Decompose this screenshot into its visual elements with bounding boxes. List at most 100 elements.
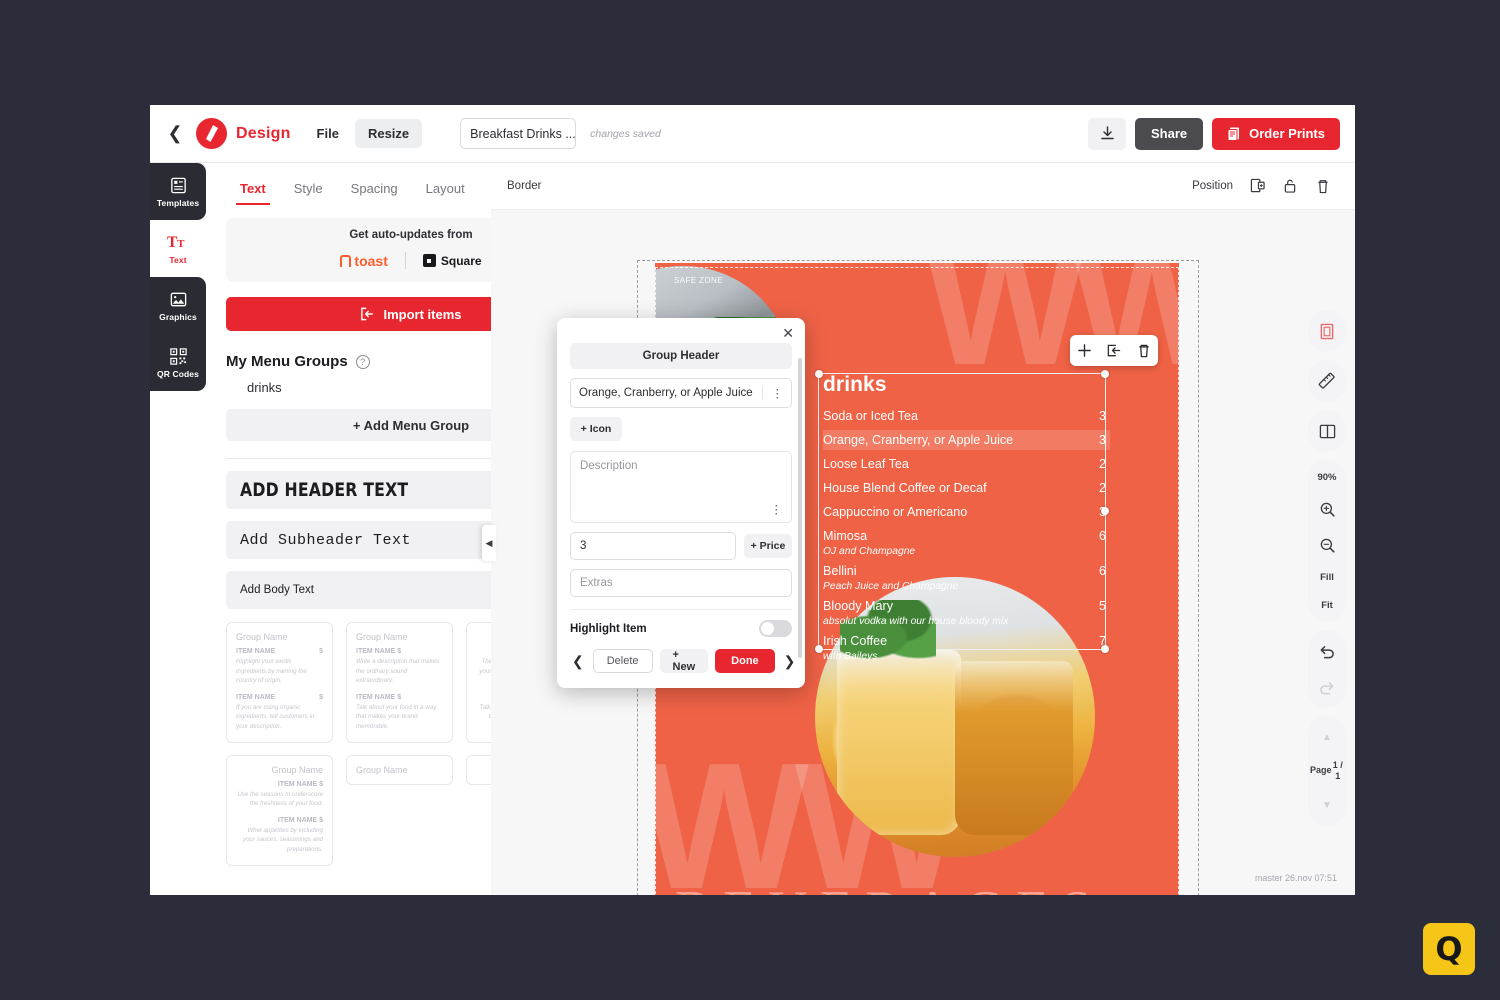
template-card[interactable]: Group Name ITEM NAME $ Use the seasons t… [226,754,333,866]
resize-handle-bl[interactable] [815,645,823,653]
sidebar-item-qrcodes[interactable]: QR Codes [150,334,206,391]
add-object-button[interactable] [1077,343,1092,358]
menu-entry[interactable]: Irish Coffee 7 with Baileys [823,631,1110,662]
card-item-price: $ [319,648,323,655]
right-tool-group-view [1308,310,1346,352]
delete-item-button[interactable]: Delete [592,649,653,673]
group-header-button[interactable]: Group Header [570,343,792,369]
share-button[interactable]: Share [1135,117,1204,150]
back-chevron-icon[interactable]: ❮ [158,117,192,151]
help-question-icon[interactable]: ? [355,354,370,369]
menu-row[interactable]: Cappuccino or Americano 3 [823,502,1110,522]
menu-groups-title: My Menu Groups [226,353,348,370]
add-price-button[interactable]: + Price [744,534,792,558]
template-card[interactable]: Group Name [346,754,453,785]
template-card[interactable]: Group Name ITEM NAME $ Highlight your ex… [226,622,333,743]
square-label: Square [440,253,482,268]
item-name-kebab-icon[interactable]: ⋮ [761,386,783,400]
page-down-button[interactable]: ▼ [1310,788,1344,822]
extras-input[interactable]: Extras [570,569,792,597]
done-button[interactable]: Done [715,649,775,673]
file-menu[interactable]: File [317,126,339,141]
border-icon [1320,323,1334,339]
delete-object-button[interactable] [1137,343,1151,359]
undo-button[interactable] [1310,634,1344,668]
menu-row[interactable]: Bellini 6 [823,561,1110,581]
resize-button[interactable]: Resize [354,119,423,148]
card-group-name: Group Name [356,632,408,642]
zoom-in-button[interactable] [1310,492,1344,526]
menu-entry[interactable]: Mimosa 6 OJ and Champagne [823,526,1110,557]
download-button[interactable] [1088,117,1126,150]
sidebar-label-graphics: Graphics [159,311,197,322]
sidebar-item-graphics[interactable]: Graphics [150,277,206,334]
zoom-out-button[interactable] [1310,528,1344,562]
menu-entry[interactable]: Bellini 6 Peach Juice and Champagne [823,561,1110,592]
add-body-text-label: Add Body Text [240,584,314,596]
position-button[interactable]: Position [1192,180,1233,192]
document-icon [1227,127,1240,141]
brand-logo-group[interactable]: Design [196,118,291,149]
card-group-name: Group Name [236,632,288,642]
add-icon-button[interactable]: + Icon [570,417,622,441]
menu-entry[interactable]: Cappuccino or Americano 3 [823,502,1110,522]
border-tool-button[interactable] [1310,314,1344,348]
resize-handle-tl[interactable] [815,370,823,378]
move-object-button[interactable] [1106,343,1122,358]
page-value: 1 / 1 [1332,759,1343,781]
description-kebab-icon[interactable]: ⋮ [771,502,783,516]
menu-entry[interactable]: House Blend Coffee or Decaf 2 [823,478,1110,498]
collapse-panel-button[interactable]: ◀ [482,525,496,561]
order-prints-button[interactable]: Order Prints [1212,117,1340,150]
square-logo[interactable]: Square [422,253,482,268]
menu-row[interactable]: Soda or Iced Tea 3 [823,406,1110,426]
prev-item-button[interactable]: ❮ [570,653,586,670]
menu-entry[interactable]: Bloody Mary 5 absolut vodka with our hou… [823,596,1110,627]
modal-scrollbar[interactable] [798,358,802,658]
tab-style[interactable]: Style [280,177,337,205]
delete-button[interactable] [1316,178,1332,195]
columns-tool-button[interactable] [1310,414,1344,448]
menu-entry[interactable]: Loose Leaf Tea 2 [823,454,1110,474]
zoom-fill-button[interactable]: Fill [1310,564,1344,590]
menu-item-name: Loose Leaf Tea [823,457,909,471]
sidebar-item-text[interactable]: T T Text [150,220,206,277]
lock-button[interactable] [1283,178,1299,195]
border-button[interactable]: Border [507,180,542,192]
menu-item-name: House Blend Coffee or Decaf [823,481,987,495]
document-title-input[interactable]: Breakfast Drinks ... [460,118,577,149]
card-group-name: Group Name [356,764,408,775]
tab-layout[interactable]: Layout [412,177,479,205]
menu-entry[interactable]: Soda or Iced Tea 3 [823,406,1110,426]
redo-button[interactable] [1310,670,1344,704]
highlight-item-toggle[interactable] [759,620,792,637]
page-up-button[interactable]: ▲ [1310,720,1344,754]
duplicate-button[interactable] [1250,178,1266,195]
menu-row[interactable]: Bloody Mary 5 [823,596,1110,616]
zoom-fit-button[interactable]: Fit [1310,592,1344,618]
menu-row[interactable]: Irish Coffee 7 [823,631,1110,651]
menu-row[interactable]: Mimosa 6 [823,526,1110,546]
toast-logo[interactable]: toast [340,253,388,269]
add-subheader-text-label: Add Subheader Text [240,531,412,549]
next-item-button[interactable]: ❯ [782,653,798,670]
sidebar-item-templates[interactable]: Templates [150,163,206,220]
menu-row-selected[interactable]: Orange, Cranberry, or Apple Juice 3 [823,430,1110,450]
new-item-button[interactable]: + New [659,649,709,673]
description-input[interactable]: Description ⋮ [570,451,792,523]
card-item-name: ITEM NAME $ [277,816,323,824]
menu-row[interactable]: Loose Leaf Tea 2 [823,454,1110,474]
modal-close-icon[interactable]: ✕ [782,325,794,342]
menu-entry[interactable]: Orange, Cranberry, or Apple Juice 3 [823,430,1110,450]
item-name-input[interactable]: Orange, Cranberry, or Apple Juice ⋮ [570,378,792,408]
zoom-out-icon [1320,538,1335,553]
ruler-tool-button[interactable] [1310,364,1344,398]
menu-row[interactable]: House Blend Coffee or Decaf 2 [823,478,1110,498]
menu-group-title: drinks [823,373,887,396]
add-header-text-label: ADD HEADER TEXT [240,479,409,501]
tab-text[interactable]: Text [226,177,280,205]
tab-spacing[interactable]: Spacing [337,177,412,205]
price-input[interactable]: 3 [570,532,736,560]
template-card[interactable]: Group Name ITEM NAME $ Write a descripti… [346,622,453,743]
menu-text-block[interactable]: drinks Soda or Iced Tea 3 Orange, Cranbe… [823,373,1110,666]
